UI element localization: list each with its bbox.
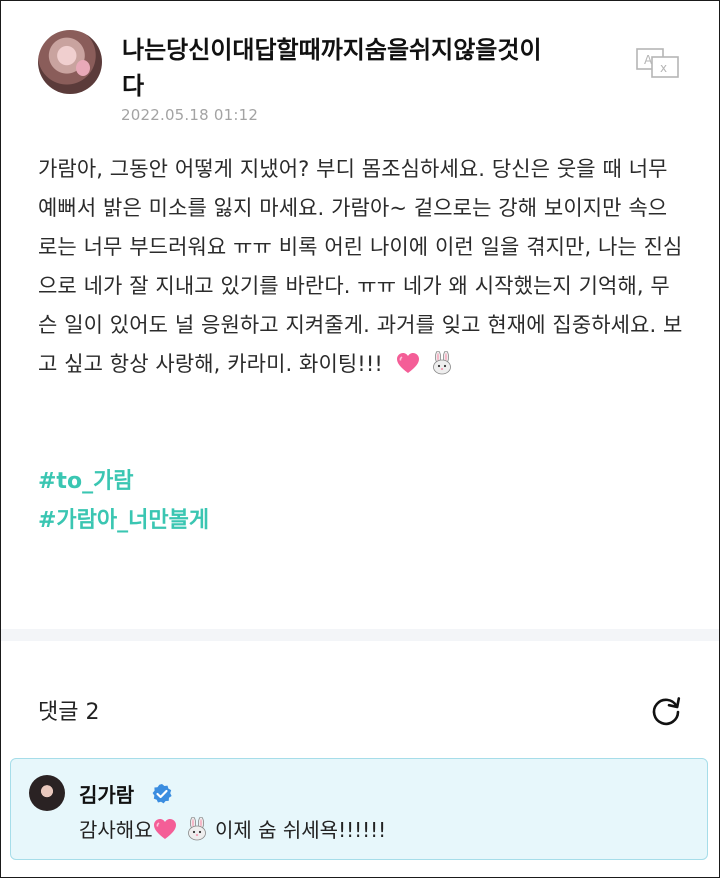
comment-text-before: 감사해요 — [79, 818, 153, 842]
comment-text: 감사해요 이제 숨 쉬세욕!!!!!! — [79, 814, 386, 843]
post-body: 가람아, 그동안 어떻게 지냈어? 부디 몸조심하세요. 당신은 웃을 때 너무… — [38, 150, 683, 384]
section-divider — [1, 629, 719, 641]
comment-author[interactable]: 김가람 — [79, 779, 134, 808]
pink-heart-emoji — [396, 353, 419, 373]
post-title: 나는당신이대답할때까지숨을쉬지않을것이다 — [122, 36, 542, 100]
author-avatar[interactable] — [38, 30, 102, 94]
hashtag-link[interactable]: #to_가람 — [38, 462, 209, 501]
refresh-icon[interactable] — [648, 694, 684, 730]
pink-heart-emoji — [153, 819, 176, 839]
hashtag-link[interactable]: #가람아_너만볼게 — [38, 501, 209, 540]
post-body-text: 가람아, 그동안 어떻게 지냈어? 부디 몸조심하세요. 당신은 웃을 때 너무… — [38, 157, 683, 376]
rabbit-emoji — [187, 817, 206, 841]
hashtag-list: #to_가람 #가람아_너만볼게 — [38, 462, 209, 540]
commenter-avatar[interactable] — [29, 775, 65, 811]
comment-item: 김가람 감사해요 이제 숨 쉬세욕!!!!!! — [10, 758, 708, 860]
comment-text-after: 이제 숨 쉬세욕!!!!!! — [214, 818, 387, 842]
app-frame — [0, 0, 720, 878]
rabbit-emoji — [433, 351, 452, 375]
comments-header: 댓글 2 — [38, 690, 688, 730]
verified-badge-icon — [152, 784, 172, 804]
post-date: 2022.05.18 01:12 — [121, 106, 259, 124]
post-header: 나는당신이대답할때까지숨을쉬지않을것이다 2022.05.18 01:12 A … — [38, 30, 688, 126]
svg-text:x: x — [660, 61, 667, 75]
comments-count-label: 댓글 2 — [38, 700, 100, 725]
translate-icon[interactable]: A x — [636, 48, 680, 78]
